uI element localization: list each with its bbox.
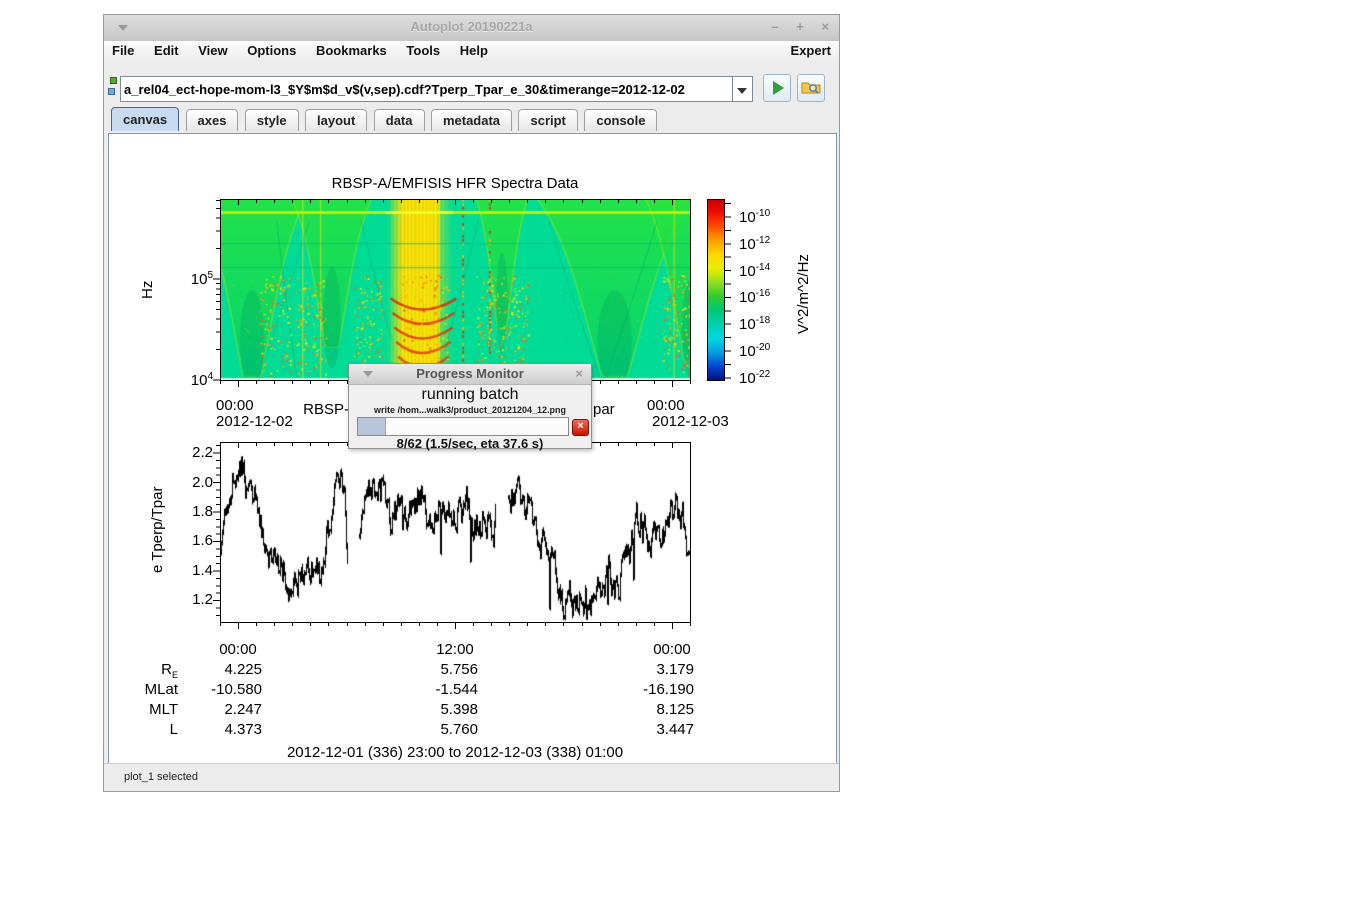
timerange-footer: 2012-12-01 (336) 23:00 to 2012-12-03 (33… — [220, 744, 690, 761]
menu-bar: File Edit View Options Bookmarks Tools H… — [104, 41, 839, 62]
uri-toolbar — [104, 61, 839, 107]
spectrogram-plot[interactable] — [220, 199, 690, 380]
progress-status-label: 8/62 (1.5/sec, eta 37.6 s) — [349, 436, 591, 451]
top-xtick-right-time: 00:00 — [647, 397, 685, 414]
ytick-1e4: 104 — [165, 371, 213, 389]
status-bar: plot_1 selected — [104, 763, 839, 791]
timeseries-ylabel: e Tperp/Tpar — [149, 455, 166, 605]
window-titlebar[interactable]: Autoplot 20190221a – + × — [104, 15, 839, 42]
dialog-close-icon[interactable]: × — [575, 366, 583, 381]
dialog-titlebar[interactable]: Progress Monitor × — [349, 364, 591, 385]
timeseries-plot[interactable] — [220, 442, 690, 622]
ytick-1.2: 1.2 — [167, 591, 213, 608]
eph-MLat-v2: -16.190 — [594, 681, 694, 698]
cbtick-5: 10-20 — [739, 342, 770, 360]
progress-bar — [357, 417, 569, 436]
menu-bookmarks[interactable]: Bookmarks — [308, 41, 395, 58]
ytick-1.6: 1.6 — [167, 532, 213, 549]
ytick-2.0: 2.0 — [167, 474, 213, 491]
ytick-2.2: 2.2 — [167, 444, 213, 461]
colorbar-label: V^2/m^2/Hz — [795, 209, 812, 379]
close-button[interactable]: × — [821, 19, 829, 34]
eph-L-v2: 3.447 — [594, 721, 694, 738]
ytick-1e5: 105 — [165, 270, 213, 288]
bot-xtick-0: 00:00 — [208, 641, 268, 658]
eph-MLat-v1: -1.544 — [378, 681, 478, 698]
progress-task-label: running batch — [349, 386, 591, 404]
top-xtick-left-date: 2012-12-02 — [216, 413, 293, 430]
eph-MLT-v1: 5.398 — [378, 701, 478, 718]
menu-help[interactable]: Help — [452, 41, 496, 58]
timeseries-title-fragment-left: RBSP- — [289, 401, 349, 418]
menu-view[interactable]: View — [190, 41, 235, 58]
play-icon — [773, 81, 784, 95]
cbtick-0: 10-10 — [739, 208, 770, 226]
eph-MLat-v0: -10.580 — [162, 681, 262, 698]
colorbar — [707, 199, 724, 380]
window-title: Autoplot 20190221a — [104, 19, 839, 34]
tab-data[interactable]: data — [374, 109, 425, 131]
menu-edit[interactable]: Edit — [146, 41, 187, 58]
expert-label[interactable]: Expert — [791, 43, 831, 58]
uri-dropdown-button[interactable] — [733, 76, 753, 102]
cbtick-6: 10-22 — [739, 369, 770, 387]
status-text: plot_1 selected — [124, 771, 198, 783]
tab-script[interactable]: script — [518, 109, 577, 131]
maximize-button[interactable]: + — [796, 19, 804, 34]
cancel-x-icon: × — [573, 419, 588, 434]
bot-xtick-1: 12:00 — [425, 641, 485, 658]
menu-options[interactable]: Options — [239, 41, 304, 58]
folder-search-icon — [801, 79, 821, 97]
tab-axes[interactable]: axes — [186, 109, 239, 131]
minimize-button[interactable]: – — [771, 19, 778, 34]
timeseries-title-fragment-right: par — [593, 401, 615, 418]
uri-input[interactable] — [120, 76, 733, 102]
eph-RE-v2: 3.179 — [594, 661, 694, 678]
spectrogram-title: RBSP-A/EMFISIS HFR Spectra Data — [220, 175, 690, 192]
progress-detail-label: write /hom...walk3/product_20121204_12.p… — [349, 405, 591, 415]
eph-MLT-v0: 2.247 — [162, 701, 262, 718]
spectrogram-ylabel: Hz — [139, 260, 156, 320]
autoplot-window: Autoplot 20190221a – + × File Edit View … — [103, 14, 840, 792]
eph-L-v0: 4.373 — [162, 721, 262, 738]
progress-monitor-dialog: Progress Monitor × running batch write /… — [348, 363, 592, 449]
tab-console[interactable]: console — [584, 109, 657, 131]
datasource-blue-icon — [108, 88, 115, 95]
bot-xtick-2: 00:00 — [642, 641, 702, 658]
tab-style[interactable]: style — [245, 109, 299, 131]
top-xtick-right-date: 2012-12-03 — [652, 413, 729, 430]
menu-file[interactable]: File — [104, 41, 142, 58]
cbtick-1: 10-12 — [739, 235, 770, 253]
cbtick-3: 10-16 — [739, 288, 770, 306]
file-browser-button[interactable] — [797, 74, 825, 102]
progress-bar-fill — [358, 418, 386, 435]
ytick-1.8: 1.8 — [167, 503, 213, 520]
tab-metadata[interactable]: metadata — [431, 109, 512, 131]
tab-canvas[interactable]: canvas — [111, 107, 179, 131]
tab-layout[interactable]: layout — [305, 109, 367, 131]
cbtick-4: 10-18 — [739, 315, 770, 333]
eph-L-v1: 5.760 — [378, 721, 478, 738]
cancel-button[interactable]: × — [572, 419, 589, 436]
eph-RE-v1: 5.756 — [378, 661, 478, 678]
menu-tools[interactable]: Tools — [398, 41, 448, 58]
eph-MLT-v2: 8.125 — [594, 701, 694, 718]
chevron-down-icon — [737, 88, 747, 94]
datasource-green-icon — [110, 77, 117, 84]
ytick-1.4: 1.4 — [167, 562, 213, 579]
top-xtick-left-time: 00:00 — [216, 397, 254, 414]
dialog-title: Progress Monitor — [349, 366, 591, 381]
cbtick-2: 10-14 — [739, 262, 770, 280]
eph-RE-v0: 4.225 — [162, 661, 262, 678]
go-button[interactable] — [763, 74, 791, 102]
tab-bar: canvas axes style layout data metadata s… — [104, 107, 839, 133]
